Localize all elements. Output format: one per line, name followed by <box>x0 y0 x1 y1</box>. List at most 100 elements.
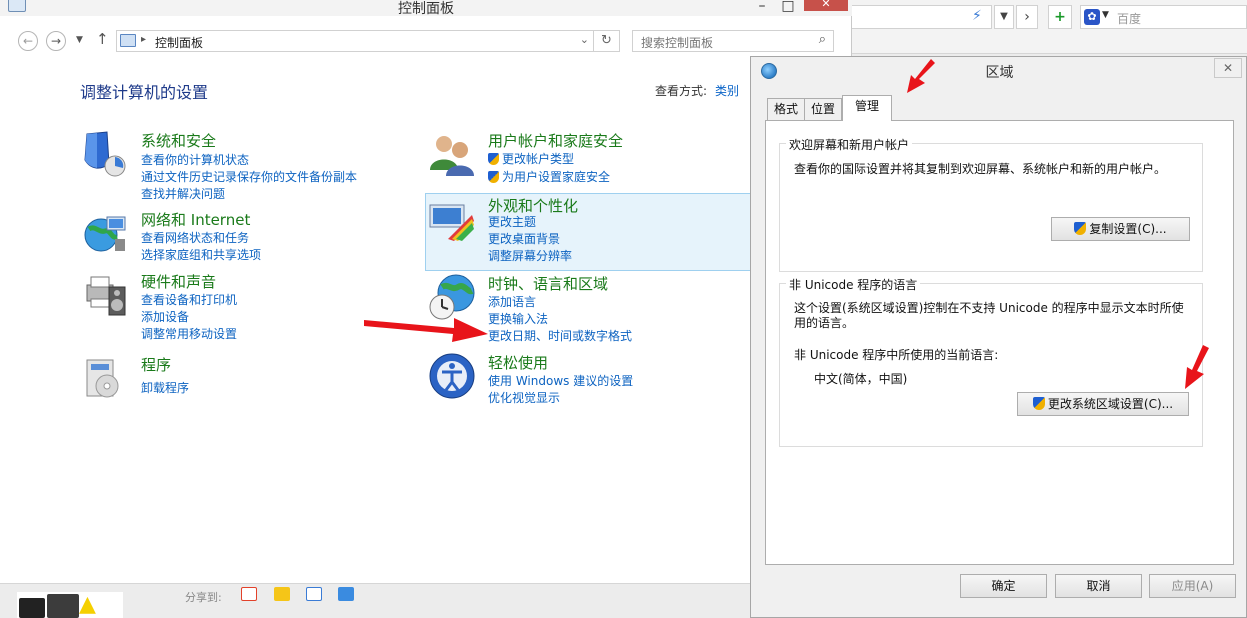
annotation-arrow <box>364 318 488 342</box>
network-globe-icon <box>84 216 126 252</box>
tab-panel: 欢迎屏幕和新用户帐户 查看你的国际设置并将其复制到欢迎屏幕、系统帐户和新的用户帐… <box>765 120 1234 565</box>
group-label: 非 Unicode 程序的语言 <box>786 276 921 293</box>
shield-icon <box>84 131 126 177</box>
forward-icon[interactable]: → <box>46 31 66 51</box>
category-link[interactable]: 调整常用移动设置 <box>141 325 237 342</box>
category-title[interactable]: 硬件和声音 <box>141 271 216 292</box>
security-shield-icon[interactable]: + <box>1048 5 1072 29</box>
non-unicode-group: 非 Unicode 程序的语言 这个设置(系统区域设置)控制在不支持 Unico… <box>779 276 1203 447</box>
chevron-down-icon[interactable]: ▼ <box>994 5 1014 29</box>
address-bar[interactable]: ▸ 控制面板 ⌄ ↻ <box>116 30 620 52</box>
change-date-time-format-link[interactable]: 更改日期、时间或数字格式 <box>488 327 632 344</box>
weibo-icon[interactable] <box>241 587 257 601</box>
cancel-button[interactable]: 取消 <box>1055 574 1142 598</box>
copy-settings-button[interactable]: 复制设置(C)... <box>1051 217 1190 241</box>
category-link[interactable]: 更改主题 <box>488 213 536 230</box>
tablet-image <box>47 594 79 618</box>
appearance-icon <box>429 204 474 241</box>
minimize-icon[interactable]: – <box>748 0 776 14</box>
category-link[interactable]: 通过文件历史记录保存你的文件备份副本 <box>141 168 357 185</box>
category-link[interactable]: 查看你的计算机状态 <box>141 151 249 168</box>
tab-administrative[interactable]: 管理 <box>842 95 892 121</box>
category-link[interactable]: 更改帐户类型 <box>488 150 574 167</box>
printer-speaker-icon <box>86 276 126 316</box>
category-link[interactable]: 更改桌面背景 <box>488 230 560 247</box>
more-share-icon[interactable] <box>338 587 354 601</box>
go-arrow-icon[interactable]: › <box>1016 5 1038 29</box>
ease-of-access-icon <box>429 353 475 399</box>
navigation-bar: ← → ▼ ↑ ▸ 控制面板 ⌄ ↻ 搜索控制面板 ⌕ <box>0 28 852 52</box>
welcome-screen-group: 欢迎屏幕和新用户帐户 查看你的国际设置并将其复制到欢迎屏幕、系统帐户和新的用户帐… <box>779 136 1203 272</box>
category-link[interactable]: 添加设备 <box>141 308 189 325</box>
lightning-icon[interactable]: ⚡ <box>972 8 982 24</box>
view-by: 查看方式: 类别 <box>655 82 739 99</box>
thumbnail-image: ▲ <box>17 592 123 618</box>
group-description: 查看你的国际设置并将其复制到欢迎屏幕、系统帐户和新的用户帐户。 <box>794 162 1167 176</box>
maximize-icon[interactable]: □ <box>774 0 802 14</box>
browser-toolbar: ⚡ ▼ › + ✿ ▼ 百度 <box>852 0 1247 54</box>
back-icon[interactable]: ← <box>18 31 38 51</box>
view-by-dropdown[interactable]: 类别 <box>715 84 739 98</box>
uac-shield-icon <box>488 153 499 165</box>
category-title[interactable]: 程序 <box>141 354 171 375</box>
chevron-down-icon[interactable]: ⌄ <box>580 33 589 46</box>
share-bar: 分享到: <box>0 583 852 618</box>
star-icon: ▲ <box>79 592 96 617</box>
control-panel-small-icon <box>120 34 136 47</box>
category-link[interactable]: 更换输入法 <box>488 310 548 327</box>
region-dialog: 区域 ✕ 格式 位置 管理 欢迎屏幕和新用户帐户 查看你的国际设置并将其复制到欢… <box>750 56 1247 618</box>
tab-formats[interactable]: 格式 <box>767 98 805 120</box>
category-link[interactable]: 查看网络状态和任务 <box>141 229 249 246</box>
category-title[interactable]: 网络和 Internet <box>141 209 250 230</box>
breadcrumb[interactable]: 控制面板 <box>155 34 203 51</box>
group-label: 欢迎屏幕和新用户帐户 <box>786 136 913 153</box>
tab-location[interactable]: 位置 <box>804 98 842 120</box>
users-icon <box>430 136 474 176</box>
category-link[interactable]: 查看设备和打印机 <box>141 291 237 308</box>
qzone-icon[interactable] <box>274 587 290 601</box>
url-input[interactable]: ⚡ <box>852 5 992 29</box>
recent-locations-icon[interactable]: ▼ <box>76 35 83 45</box>
uac-shield-icon <box>488 171 499 183</box>
category-link[interactable]: 查找并解决问题 <box>141 185 225 202</box>
category-title[interactable]: 轻松使用 <box>488 352 548 373</box>
search-engine-dropdown-icon[interactable]: ▼ <box>1102 10 1109 20</box>
view-by-label: 查看方式: <box>655 84 708 98</box>
category-link[interactable]: 优化视觉显示 <box>488 389 560 406</box>
current-language-value: 中文(简体，中国) <box>814 372 908 386</box>
title-bar: 控制面板 – □ ✕ <box>0 0 852 17</box>
dialog-title: 区域 <box>985 65 1014 81</box>
change-system-locale-button[interactable]: 更改系统区域设置(C)... <box>1017 392 1189 416</box>
breadcrumb-separator: ▸ <box>141 34 147 45</box>
ok-button[interactable]: 确定 <box>960 574 1047 598</box>
tieba-icon[interactable] <box>306 587 322 601</box>
category-link[interactable]: 添加语言 <box>488 293 536 310</box>
close-icon[interactable]: ✕ <box>1214 58 1242 78</box>
current-language-label: 非 Unicode 程序中所使用的当前语言: <box>794 348 999 362</box>
category-link[interactable]: 选择家庭组和共享选项 <box>141 246 261 263</box>
category-link[interactable]: 为用户设置家庭安全 <box>488 168 610 185</box>
share-label: 分享到: <box>185 591 222 604</box>
group-description-cont: 用的语言。 <box>794 316 855 330</box>
up-icon[interactable]: ↑ <box>96 30 109 48</box>
search-placeholder: 搜索控制面板 <box>641 36 714 50</box>
category-title[interactable]: 系统和安全 <box>141 130 216 151</box>
baidu-paw-icon[interactable]: ✿ <box>1084 9 1100 25</box>
search-icon[interactable]: ⌕ <box>819 32 826 47</box>
category-link[interactable]: 卸载程序 <box>141 379 189 396</box>
control-panel-window: 控制面板 – □ ✕ ← → ▼ ↑ ▸ 控制面板 ⌄ ↻ 搜索控制面板 ⌕ 调… <box>0 0 852 595</box>
category-link[interactable]: 调整屏幕分辨率 <box>488 247 572 264</box>
close-icon[interactable]: ✕ <box>804 0 848 11</box>
uac-shield-icon <box>1074 222 1087 235</box>
refresh-icon[interactable]: ↻ <box>593 31 619 51</box>
annotation-arrow <box>1185 345 1209 389</box>
device-image <box>19 598 45 618</box>
apply-button[interactable]: 应用(A) <box>1149 574 1236 598</box>
category-link[interactable]: 使用 Windows 建议的设置 <box>488 372 633 389</box>
page-title: 调整计算机的设置 <box>80 83 209 102</box>
uac-shield-icon <box>1032 397 1045 410</box>
search-input[interactable]: 搜索控制面板 ⌕ <box>632 30 834 52</box>
category-title[interactable]: 用户帐户和家庭安全 <box>488 130 623 151</box>
category-title[interactable]: 时钟、语言和区域 <box>488 273 608 294</box>
web-search-input[interactable]: ✿ ▼ 百度 <box>1080 5 1247 29</box>
